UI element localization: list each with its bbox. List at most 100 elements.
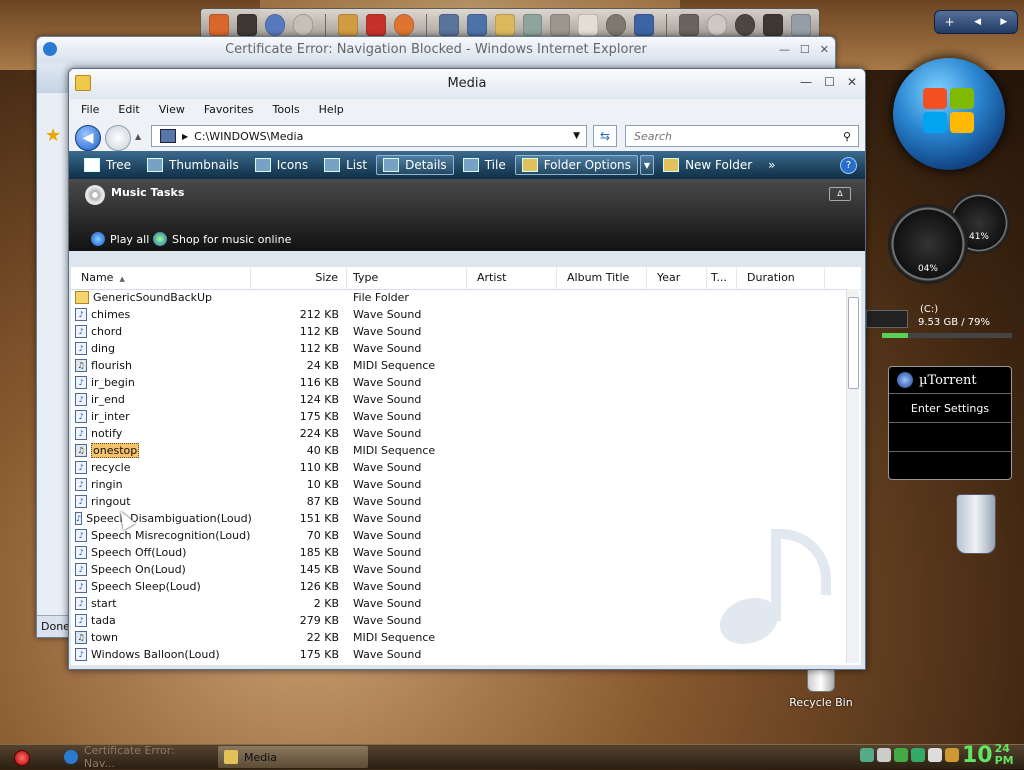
minimize-icon[interactable]: — — [779, 43, 790, 56]
tray-utility-icon[interactable] — [945, 748, 959, 762]
minimize-icon[interactable]: — — [800, 75, 812, 89]
menu-help[interactable]: Help — [319, 103, 344, 116]
file-row[interactable]: ♫ onestop 40 KB MIDI Sequence — [71, 442, 847, 459]
breadcrumb-arrow-icon[interactable]: ▶ — [182, 132, 188, 141]
clock[interactable]: 10 24 PM — [962, 743, 1014, 769]
file-row[interactable]: ♪ notify 224 KB Wave Sound — [71, 425, 847, 442]
column-album-title[interactable]: Album Title — [557, 267, 647, 289]
tray-security-icon[interactable] — [911, 748, 925, 762]
dock-trash-icon[interactable] — [791, 14, 812, 36]
column-size[interactable]: Size — [251, 267, 347, 289]
menu-favorites[interactable]: Favorites — [204, 103, 254, 116]
menu-view[interactable]: View — [159, 103, 185, 116]
window-titlebar[interactable]: Media — ☐ ✕ — [69, 69, 865, 99]
column-track[interactable]: T... — [707, 267, 737, 289]
dock-disc-icon[interactable] — [292, 14, 313, 36]
play-all-task[interactable]: Play all — [91, 232, 149, 246]
folder-options-button[interactable]: Folder Options — [514, 155, 638, 175]
help-icon[interactable]: ? — [840, 156, 857, 174]
dock-tools-icon[interactable] — [365, 14, 386, 36]
dock-folder-icon[interactable] — [494, 14, 515, 36]
search-box[interactable]: ⚲ — [625, 125, 859, 147]
address-bar[interactable]: ▶ C:\WINDOWS\Media ▼ — [151, 125, 587, 147]
recent-pages-icon[interactable]: ▲ — [135, 132, 141, 141]
close-icon[interactable]: ✕ — [847, 75, 857, 89]
start-button[interactable] — [14, 750, 30, 766]
column-name[interactable]: Name ▲ — [71, 267, 251, 289]
file-row[interactable]: ♪ chord 112 KB Wave Sound — [71, 323, 847, 340]
file-row[interactable]: ♪ recycle 110 KB Wave Sound — [71, 459, 847, 476]
thumbnails-button[interactable]: Thumbnails — [140, 155, 246, 175]
file-row[interactable]: ♪ ringin 10 KB Wave Sound — [71, 476, 847, 493]
maximize-icon[interactable]: ☐ — [824, 75, 835, 89]
search-input[interactable] — [632, 128, 840, 144]
dock-word-icon[interactable] — [634, 14, 655, 36]
scrollbar-thumb[interactable] — [848, 297, 859, 389]
file-row[interactable]: ♪ chimes 212 KB Wave Sound — [71, 306, 847, 323]
favorites-star-icon[interactable]: ★ — [45, 125, 61, 146]
folder-options-dropdown[interactable]: ▼ — [639, 155, 655, 175]
dock-globe-icon[interactable] — [264, 14, 285, 36]
back-button[interactable]: ◀ — [75, 125, 101, 151]
forward-button[interactable] — [105, 125, 131, 151]
shop-music-task[interactable]: Shop for music online — [153, 232, 291, 246]
dock-app-icon[interactable] — [209, 14, 229, 36]
file-row[interactable]: ♪ ir_begin 116 KB Wave Sound — [71, 374, 847, 391]
previous-icon[interactable]: ◀ — [974, 17, 981, 27]
file-row[interactable]: ♫ flourish 24 KB MIDI Sequence — [71, 357, 847, 374]
sidebar-recycle-icon[interactable] — [956, 494, 996, 554]
file-row[interactable]: ♪ Speech Disambiguation(Loud) 151 KB Wave S… — [71, 510, 847, 527]
tree-button[interactable]: Tree — [77, 155, 138, 175]
dock-mail-icon[interactable] — [522, 14, 543, 36]
column-artist[interactable]: Artist — [467, 267, 557, 289]
vertical-scrollbar[interactable] — [846, 289, 859, 663]
more-commands-button[interactable]: » — [761, 155, 782, 175]
menu-tools[interactable]: Tools — [273, 103, 300, 116]
tray-update-icon[interactable] — [894, 748, 908, 762]
tray-sound-icon[interactable] — [877, 748, 891, 762]
file-row[interactable]: ♪ ir_end 124 KB Wave Sound — [71, 391, 847, 408]
next-icon[interactable]: ▶ — [1000, 17, 1007, 27]
new-folder-button[interactable]: New Folder — [656, 155, 759, 175]
tray-network-icon[interactable] — [860, 748, 874, 762]
dock-window-icon[interactable] — [438, 14, 459, 36]
file-row[interactable]: GenericSoundBackUp File Folder — [71, 289, 847, 306]
tray-app-icon[interactable] — [928, 748, 942, 762]
file-row[interactable]: ♪ ding 112 KB Wave Sound — [71, 340, 847, 357]
menu-edit[interactable]: Edit — [118, 103, 139, 116]
media-explorer-window[interactable]: Media — ☐ ✕ File Edit View Favorites Too… — [68, 68, 866, 670]
dock-stats-icon[interactable] — [763, 14, 784, 36]
windows-orb[interactable] — [893, 58, 1005, 170]
add-gadget-icon[interactable]: + — [945, 15, 955, 29]
dock-chrome-icon[interactable] — [707, 14, 728, 36]
dock-scissors-icon[interactable] — [550, 14, 571, 36]
icons-button[interactable]: Icons — [248, 155, 315, 175]
dock-screen-icon[interactable] — [466, 14, 487, 36]
details-button[interactable]: Details — [376, 155, 454, 175]
dock-settings-icon[interactable] — [679, 14, 700, 36]
address-dropdown-icon[interactable]: ▼ — [573, 131, 580, 141]
column-duration[interactable]: Duration — [737, 267, 825, 289]
dock-firefox-icon[interactable] — [393, 14, 414, 36]
dock-paint-icon[interactable] — [337, 14, 358, 36]
file-row[interactable]: ♪ ir_inter 175 KB Wave Sound — [71, 408, 847, 425]
list-button[interactable]: List — [317, 155, 374, 175]
dock-power-icon[interactable] — [735, 14, 756, 36]
maximize-icon[interactable]: ☐ — [800, 43, 810, 56]
column-type[interactable]: Type — [347, 267, 467, 289]
column-year[interactable]: Year — [647, 267, 707, 289]
search-icon[interactable]: ⚲ — [840, 130, 854, 143]
taskbar-item-ie[interactable]: Certificate Error: Nav... — [58, 744, 208, 770]
recycle-bin[interactable]: Recycle Bin — [786, 664, 856, 709]
collapse-pane-icon[interactable]: ᐃ — [829, 187, 851, 201]
refresh-button[interactable]: ⇆ — [593, 125, 617, 147]
utorrent-settings-link[interactable]: Enter Settings — [889, 394, 1011, 423]
dock-notes-icon[interactable] — [578, 14, 599, 36]
close-icon[interactable]: ✕ — [820, 43, 829, 56]
tile-button[interactable]: Tile — [456, 155, 513, 175]
dock-clock-icon[interactable] — [606, 14, 627, 36]
menu-file[interactable]: File — [81, 103, 99, 116]
file-row[interactable]: ♪ ringout 87 KB Wave Sound — [71, 493, 847, 510]
dock-film-icon[interactable] — [236, 14, 257, 36]
taskbar-item-media[interactable]: Media — [218, 746, 368, 768]
